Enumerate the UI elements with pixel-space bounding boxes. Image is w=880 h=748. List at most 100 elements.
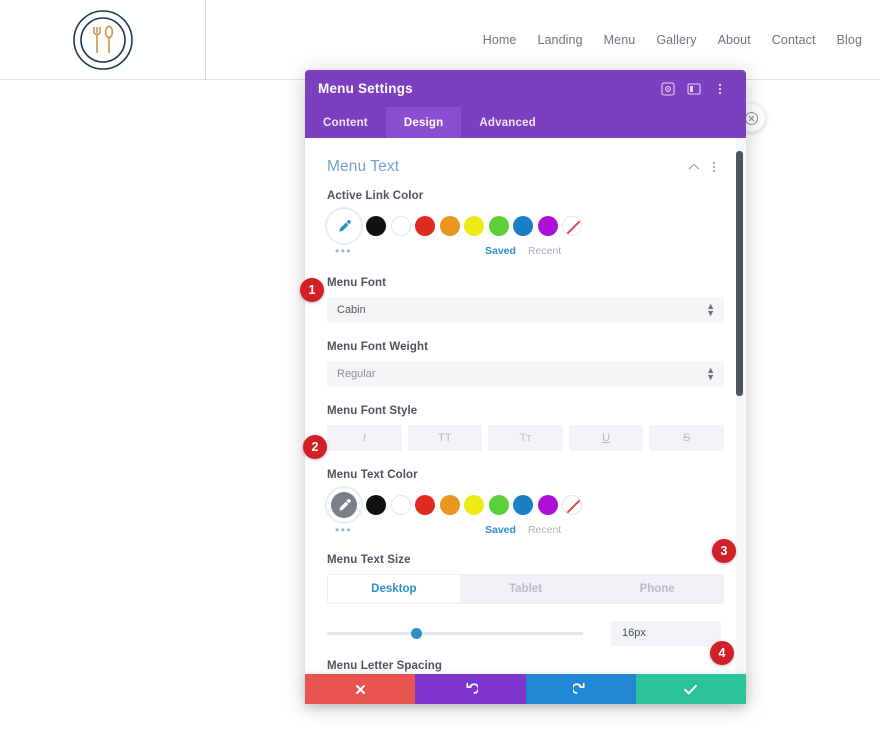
modal-title: Menu Settings [318,81,413,96]
save-button[interactable] [635,674,746,704]
cancel-button[interactable] [305,674,416,704]
recent-tab[interactable]: Recent [528,245,561,257]
swatch-transparent[interactable] [562,495,582,515]
swatch-blue[interactable] [513,495,533,515]
swatch-green[interactable] [488,216,509,236]
more-vertical-icon[interactable] [707,76,733,102]
slider-thumb[interactable] [411,628,423,639]
nav-link-blog[interactable]: Blog [837,33,862,47]
menu-font-style-label: Menu Font Style [327,405,418,417]
close-icon [355,684,365,694]
eyedropper-icon [331,213,357,239]
underline-button[interactable]: U [568,425,644,451]
modal-action-bar [305,674,746,704]
swatch-orange[interactable] [439,495,460,515]
swatch-yellow[interactable] [464,216,484,236]
modal-body: Menu Text Active Link Color ••• Saved Re… [305,138,746,704]
swatch-transparent[interactable] [562,216,582,236]
swatch-black[interactable] [366,216,386,236]
menu-text-size-input[interactable]: 16px [611,620,721,646]
menu-font-value: Cabin [337,304,366,316]
swatch-red[interactable] [415,495,435,515]
settings-scrollbar[interactable] [736,138,745,704]
active-link-color-label: Active Link Color [327,190,424,202]
more-colors-button[interactable]: ••• [335,523,485,537]
tab-desktop[interactable]: Desktop [328,575,460,603]
font-style-toggle-group: I TT Tᴛ U S [327,425,724,451]
settings-scroll-pane: Menu Text Active Link Color ••• Saved Re… [305,138,746,704]
swatch-green[interactable] [488,495,509,515]
nav-link-about[interactable]: About [718,33,751,47]
menu-font-weight-label: Menu Font Weight [327,341,429,353]
menu-font-select[interactable]: Cabin ▲ ▼ [327,297,724,323]
field-menu-font: Menu Font Cabin ▲ ▼ [327,277,724,323]
site-nav: Home Landing Menu Gallery About Contact … [483,0,862,80]
tab-tablet[interactable]: Tablet [460,575,592,603]
tab-design[interactable]: Design [385,107,462,138]
menu-text-color-label: Menu Text Color [327,469,418,481]
check-icon [684,684,698,694]
logo-container[interactable] [0,0,206,80]
eyedropper-icon [331,492,357,518]
uppercase-button[interactable]: TT [407,425,483,451]
menu-text-eyedropper-button[interactable] [327,488,361,522]
site-header: Home Landing Menu Gallery About Contact … [0,0,880,80]
badge-3: 3 [712,539,736,563]
tab-content[interactable]: Content [305,107,386,138]
layout-panel-icon[interactable] [681,76,707,102]
chevron-updown-icon: ▲ ▼ [706,301,715,318]
swatch-purple[interactable] [537,216,558,236]
menu-font-weight-select[interactable]: Regular ▲ ▼ [327,361,724,387]
nav-link-gallery[interactable]: Gallery [656,33,696,47]
section-more-icon[interactable] [704,160,724,174]
responsive-tabs: Desktop Tablet Phone [327,574,724,604]
screen: Home Landing Menu Gallery About Contact … [0,0,880,748]
active-link-eyedropper-button[interactable] [327,209,361,243]
badge-2: 2 [303,435,327,459]
section-title: Menu Text [327,158,400,175]
nav-link-home[interactable]: Home [483,33,517,47]
active-link-color-palette [327,209,724,243]
swatch-purple[interactable] [537,495,558,515]
menu-text-color-meta: ••• Saved Recent [327,522,724,538]
nav-link-menu[interactable]: Menu [604,33,636,47]
strikethrough-button[interactable]: S [649,425,724,451]
target-icon[interactable] [655,76,681,102]
menu-text-size-control: 16px [327,620,724,646]
undo-icon [466,682,478,694]
smallcaps-button[interactable]: Tᴛ [488,425,563,451]
menu-text-color-palette [327,488,724,522]
tab-advanced[interactable]: Advanced [461,107,554,138]
field-active-link-color: Active Link Color ••• Saved Recent [327,190,724,259]
recent-tab[interactable]: Recent [528,524,561,536]
swatch-black[interactable] [366,495,386,515]
tab-phone[interactable]: Phone [591,575,723,603]
saved-tab[interactable]: Saved [485,245,516,257]
field-menu-text-size: Menu Text Size Desktop Tablet Phone 16px [327,554,724,646]
redo-button[interactable] [525,674,636,704]
more-colors-button[interactable]: ••• [335,244,485,258]
menu-text-size-slider[interactable] [327,620,583,646]
badge-4: 4 [710,641,734,665]
italic-button[interactable]: I [327,425,402,451]
chevron-up-icon[interactable] [684,163,704,171]
menu-letter-spacing-label: Menu Letter Spacing [327,660,442,672]
saved-tab[interactable]: Saved [485,524,516,536]
section-header: Menu Text [327,138,724,190]
modal-header-actions [655,76,733,102]
swatch-white[interactable] [390,495,411,515]
nav-link-landing[interactable]: Landing [537,33,582,47]
scrollbar-thumb[interactable] [736,151,743,396]
swatch-blue[interactable] [513,216,533,236]
swatch-red[interactable] [415,216,435,236]
redo-icon [573,682,585,694]
chevron-updown-icon: ▲ ▼ [706,365,715,382]
modal-header: Menu Settings [305,70,746,107]
menu-settings-modal: Menu Settings Content Design Advanced Me… [305,70,746,704]
nav-link-contact[interactable]: Contact [772,33,816,47]
swatch-orange[interactable] [439,216,460,236]
swatch-white[interactable] [390,216,411,236]
undo-button[interactable] [415,674,526,704]
swatch-yellow[interactable] [464,495,484,515]
menu-font-label: Menu Font [327,277,387,289]
